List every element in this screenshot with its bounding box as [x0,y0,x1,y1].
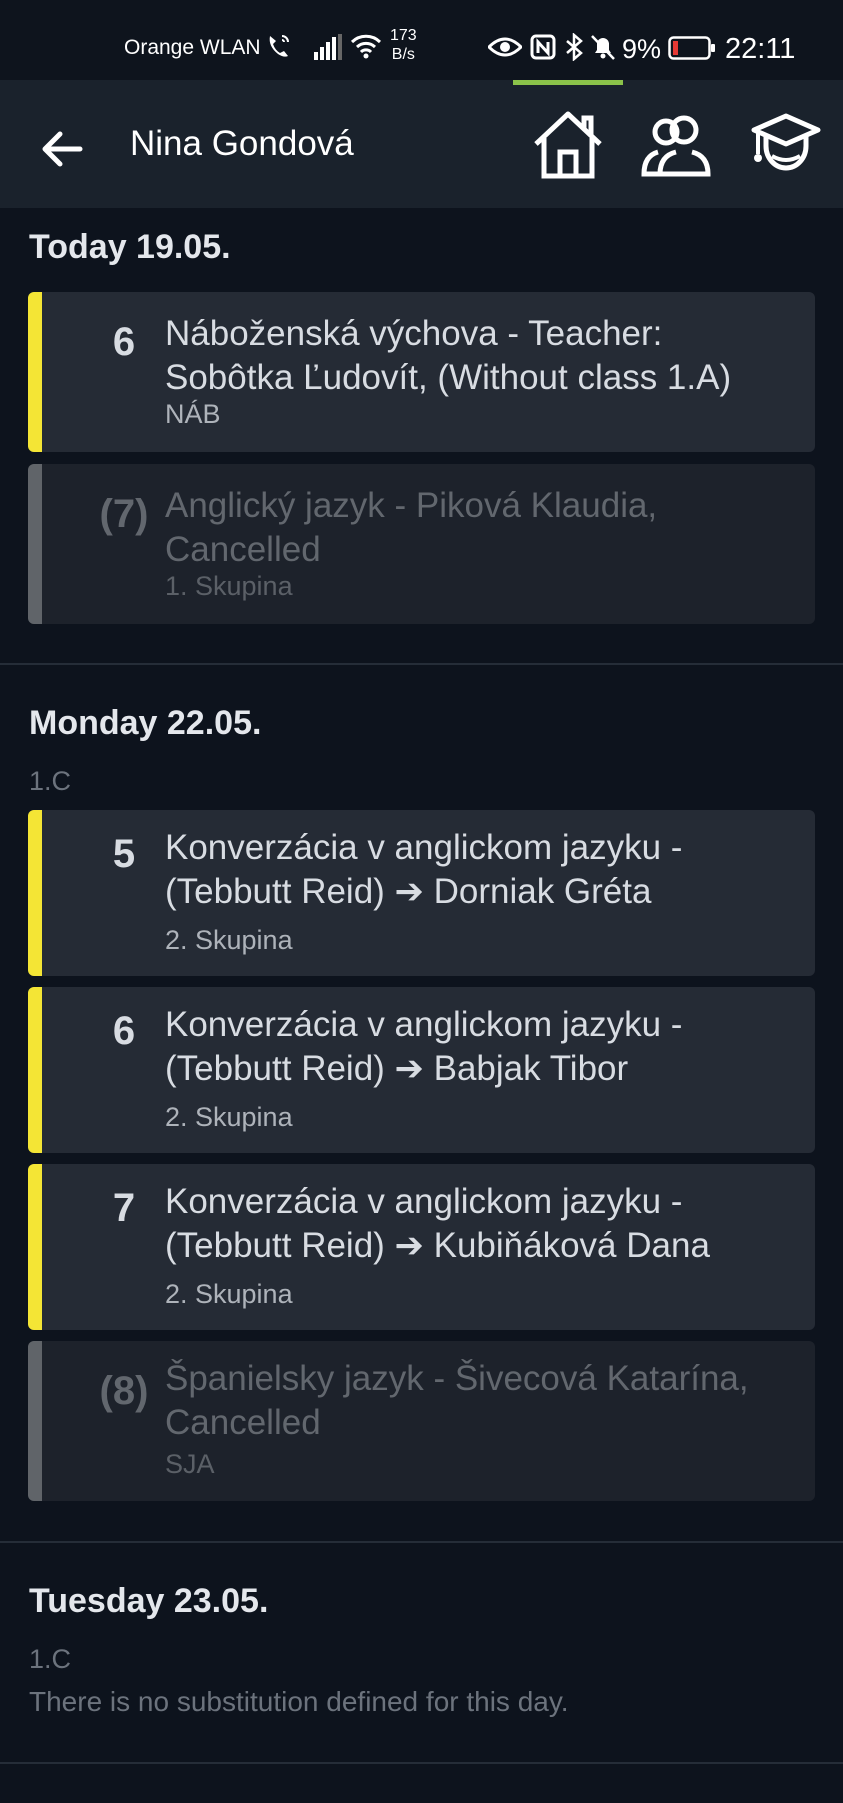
lesson-line: Konverzácia v anglickom jazyku - [165,1182,683,1221]
battery-icon [668,36,715,60]
lesson-line: (Tebbutt Reid) ➔ Babjak Tibor [165,1049,629,1088]
lesson-group: 2. Skupina [165,1279,293,1309]
status-bar: Orange WLAN 173 B/s 9% 22:11 [0,0,843,80]
period-number: (7) [99,492,149,536]
period-number: 6 [112,1009,136,1053]
class-label: 1.C [29,766,72,796]
lesson-description: Náboženská výchova - Teacher: Sobôtka Ľu… [165,312,805,400]
status-bar-accent [28,464,42,624]
status-bar-accent [28,1341,42,1501]
page-title: Nina Gondová [130,124,354,163]
status-bar-accent [28,1164,42,1330]
lesson-line: Cancelled [165,530,321,569]
lesson-card[interactable]: 7 Konverzácia v anglickom jazyku - (Tebb… [28,1164,815,1330]
lesson-description: Konverzácia v anglickom jazyku - (Tebbut… [165,1003,805,1091]
day-title: Tuesday 23.05. [29,1582,269,1620]
status-bar-accent [28,292,42,452]
lesson-card[interactable]: 5 Konverzácia v anglickom jazyku - (Tebb… [28,810,815,976]
class-label: 1.C [29,1644,72,1674]
tab-indicator [513,80,623,85]
period-number: 5 [112,832,136,876]
lesson-description: Španielsky jazyk - Šivecová Katarína, Ca… [165,1357,805,1445]
lesson-group: SJA [165,1449,215,1479]
lesson-line: Konverzácia v anglickom jazyku - [165,828,683,867]
home-icon[interactable] [532,108,604,180]
lesson-group: NÁB [165,399,221,429]
wifi-calling-icon [269,35,289,57]
lesson-line: Náboženská výchova - Teacher: [165,314,663,353]
speed-value: 173 [390,27,417,44]
lesson-line: Konverzácia v anglickom jazyku - [165,1005,683,1044]
lesson-description: Konverzácia v anglickom jazyku - (Tebbut… [165,826,805,914]
eye-icon [488,37,522,57]
lesson-line: (Tebbutt Reid) ➔ Dorniak Gréta [165,872,652,911]
lesson-card[interactable]: 6 Konverzácia v anglickom jazyku - (Tebb… [28,987,815,1153]
lesson-group: 2. Skupina [165,925,293,955]
people-icon[interactable] [640,108,712,180]
back-arrow-icon[interactable] [38,124,88,174]
period-number: 6 [112,320,136,364]
bluetooth-icon [566,33,583,61]
lesson-description: Anglický jazyk - Piková Klaudia, Cancell… [165,484,805,572]
carrier-label: Orange WLAN [124,36,261,59]
lesson-card[interactable]: 6 Náboženská výchova - Teacher: Sobôtka … [28,292,815,452]
lesson-card-cancelled[interactable]: (7) Anglický jazyk - Piková Klaudia, Can… [28,464,815,624]
divider [0,1541,843,1543]
divider [0,1762,843,1764]
clock: 22:11 [725,33,796,65]
empty-note: There is no substitution defined for thi… [29,1686,569,1717]
day-title: Today 19.05. [29,228,231,266]
lesson-description: Konverzácia v anglickom jazyku - (Tebbut… [165,1180,805,1268]
status-bar-accent [28,987,42,1153]
nfc-icon [530,34,556,60]
period-number: (8) [99,1369,149,1413]
lesson-group: 1. Skupina [165,571,293,601]
period-number: 7 [112,1186,136,1230]
lesson-line: Španielsky jazyk - Šivecová Katarína, [165,1359,749,1398]
divider [0,663,843,665]
app-bar: Nina Gondová [0,80,843,208]
lesson-line: (Tebbutt Reid) ➔ Kubiňáková Dana [165,1226,710,1265]
wifi-icon [350,34,382,59]
mute-bell-icon [591,35,615,60]
lesson-line: Sobôtka Ľudovít, (Without class 1.A) [165,358,732,397]
lesson-line: Anglický jazyk - Piková Klaudia, [165,486,658,525]
day-title: Monday 22.05. [29,704,262,742]
lesson-group: 2. Skupina [165,1102,293,1132]
network-speed: 173 B/s [390,26,417,64]
battery-percent: 9% [622,34,662,64]
lesson-card-cancelled[interactable]: (8) Španielsky jazyk - Šivecová Katarína… [28,1341,815,1501]
signal-icon [314,34,342,60]
status-bar-accent [28,810,42,976]
graduate-icon[interactable] [750,108,822,180]
lesson-line: Cancelled [165,1403,321,1442]
speed-unit: B/s [391,46,415,63]
